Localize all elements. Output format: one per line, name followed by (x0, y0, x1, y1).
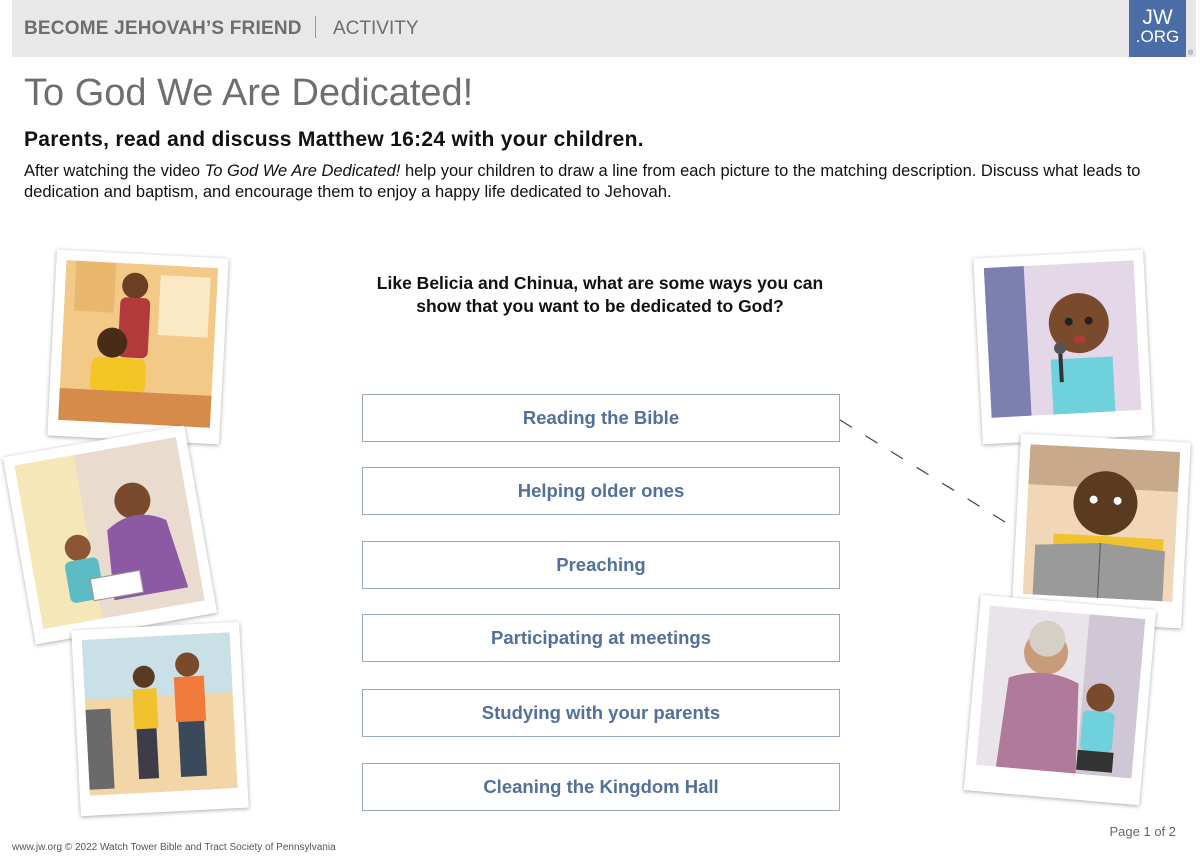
answer-box-preaching[interactable]: Preaching (362, 541, 840, 589)
activity-question: Like Belicia and Chinua, what are some w… (376, 273, 824, 316)
answer-box-reading-bible[interactable]: Reading the Bible (362, 394, 840, 442)
answer-box-helping-older[interactable]: Helping older ones (362, 467, 840, 515)
jw-org-logo[interactable]: JW .ORG (1129, 0, 1186, 57)
header-bar: BECOME JEHOVAH’S FRIEND ACTIVITY (12, 0, 1196, 57)
answer-box-studying[interactable]: Studying with your parents (362, 689, 840, 737)
logo-line-2: .ORG (1135, 27, 1180, 46)
page-subtitle: Parents, read and discuss Matthew 16:24 … (24, 128, 644, 151)
photo-preaching-cart[interactable] (71, 621, 249, 817)
intro-text-start: After watching the video (24, 162, 205, 180)
copyright-footer: www.jw.org © 2022 Watch Tower Bible and … (12, 842, 336, 853)
section-name: ACTIVITY (333, 18, 419, 39)
illustration-boy-cleaning (58, 260, 219, 428)
logo-line-1: JW (1142, 6, 1173, 29)
intro-paragraph: After watching the video To God We Are D… (24, 161, 1174, 203)
photo-helping-older-ones[interactable] (963, 594, 1157, 806)
page-number: Page 1 of 2 (1109, 824, 1177, 839)
video-title: To God We Are Dedicated! (204, 162, 401, 180)
illustration-mother-daughter-study (14, 437, 205, 630)
registered-mark: ® (1188, 50, 1194, 57)
header-divider (315, 16, 316, 38)
illustration-girl-helping-elderly-woman (976, 605, 1146, 779)
answer-box-meetings[interactable]: Participating at meetings (362, 614, 840, 662)
illustration-girl-with-microphone (983, 260, 1142, 418)
illustration-boy-reading-bible (1022, 444, 1181, 602)
series-name: BECOME JEHOVAH’S FRIEND (24, 18, 302, 39)
answer-box-cleaning[interactable]: Cleaning the Kingdom Hall (362, 763, 840, 811)
illustration-public-witnessing (81, 632, 238, 796)
photo-studying-with-parents[interactable] (2, 425, 218, 645)
page-title: To God We Are Dedicated! (24, 72, 474, 114)
photo-commenting-at-meeting[interactable] (973, 249, 1153, 445)
photo-cleaning-kingdom-hall[interactable] (47, 249, 229, 445)
